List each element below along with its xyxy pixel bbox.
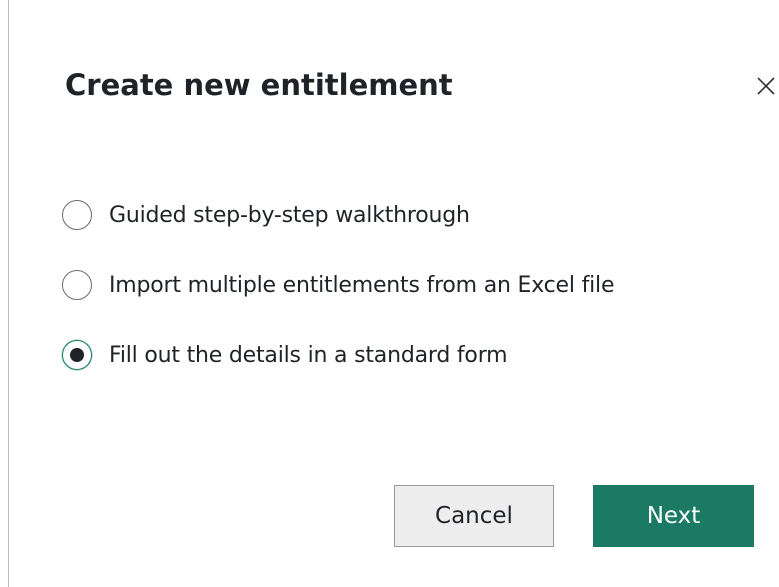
- option-guided-walkthrough[interactable]: Guided step-by-step walkthrough: [62, 196, 614, 234]
- close-button[interactable]: [753, 68, 779, 104]
- option-label: Guided step-by-step walkthrough: [109, 202, 470, 228]
- option-import-excel[interactable]: Import multiple entitlements from an Exc…: [62, 266, 615, 304]
- next-button[interactable]: Next: [593, 485, 754, 547]
- cancel-button[interactable]: Cancel: [394, 485, 554, 547]
- option-standard-form[interactable]: Fill out the details in a standard form: [62, 336, 614, 374]
- option-label: Fill out the details in a standard form: [109, 342, 508, 368]
- create-entitlement-dialog: Create new entitlement Guided step-by-st…: [9, 0, 779, 587]
- radio-standard-form[interactable]: [62, 340, 92, 370]
- radio-guided-walkthrough[interactable]: [62, 200, 92, 230]
- close-icon: [757, 77, 775, 95]
- option-label: Import multiple entitlements from an Exc…: [109, 272, 615, 298]
- radio-import-excel[interactable]: [62, 270, 92, 300]
- creation-method-options: Guided step-by-step walkthrough Import m…: [62, 196, 615, 406]
- dialog-title: Create new entitlement: [65, 68, 453, 102]
